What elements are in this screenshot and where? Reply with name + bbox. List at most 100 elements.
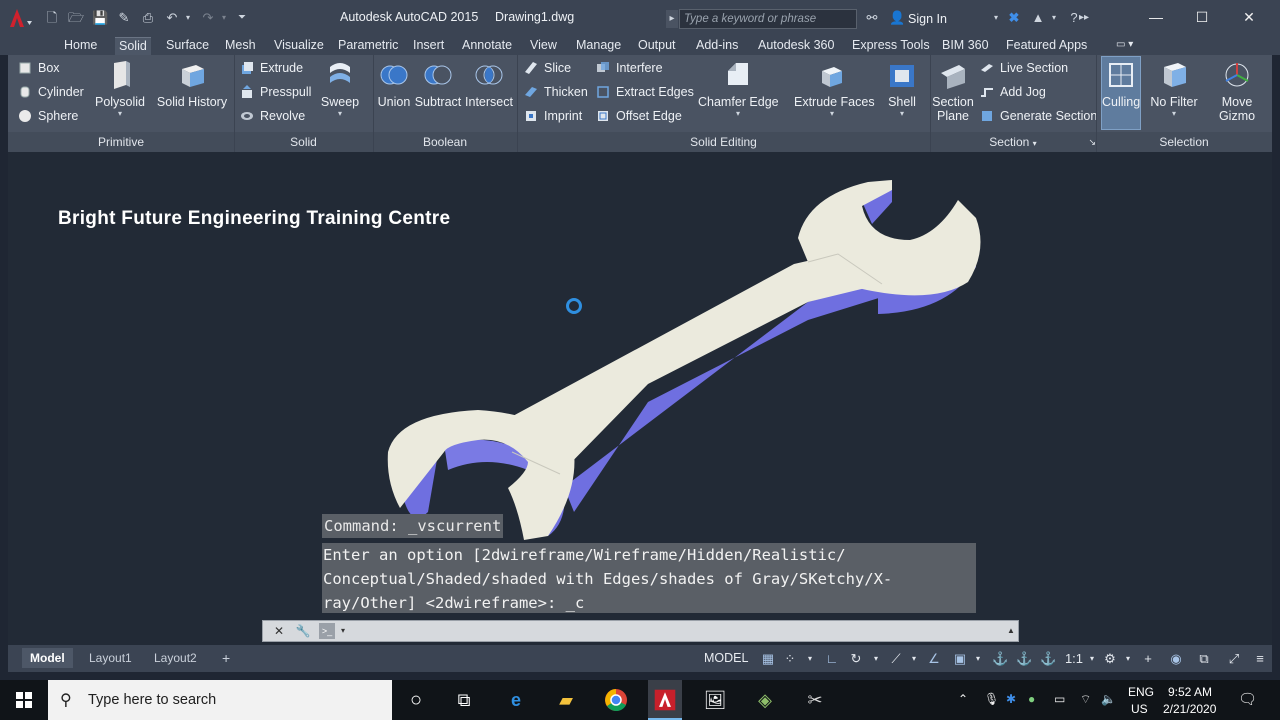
cortana-icon[interactable]: ○ [402,686,430,714]
tab-layout1[interactable]: Layout1 [81,648,140,668]
sphere-button[interactable]: Sphere [16,106,78,126]
section-panel-title[interactable]: Section ▾ ↘ [930,133,1096,151]
extract-edges-button[interactable]: Extract Edges [594,82,694,102]
minimize-button[interactable]: — [1136,6,1176,28]
tab-autodesk-360[interactable]: Autodesk 360 [754,37,838,55]
language-indicator[interactable]: ENG [1128,685,1154,699]
dialog-launcher-icon[interactable]: ↘ [1088,133,1096,151]
tray-overflow-icon[interactable]: ⌃ [958,692,968,706]
snap-icon[interactable]: ⁘ [782,651,798,667]
tab-annotate[interactable]: Annotate [458,37,516,55]
solid-editing-panel-title[interactable]: Solid Editing [517,133,930,151]
imprint-button[interactable]: Imprint [522,106,582,126]
redo-dropdown-icon[interactable]: ▾ [216,10,232,26]
customize-qat-icon[interactable]: ⏷ [234,10,250,26]
scale-dropdown-icon[interactable]: ▾ [1084,651,1100,667]
polysolid-button[interactable]: Polysolid ▾ [92,57,148,131]
section-dropdown-icon[interactable]: ▾ [1033,139,1037,148]
interfere-button[interactable]: Interfere [594,58,663,78]
auto-scale-icon[interactable]: ⚓ [1016,651,1032,667]
undo-dropdown-icon[interactable]: ▾ [180,10,196,26]
close-button[interactable]: ✕ [1229,6,1269,28]
union-button[interactable]: Union [376,57,412,131]
clean-screen-icon[interactable]: ⤢ [1226,651,1242,667]
tab-featured-apps[interactable]: Featured Apps [1002,37,1091,55]
tab-model[interactable]: Model [22,648,73,668]
photos-app-icon[interactable]: 🖼 [701,686,729,714]
polar-dropdown-icon[interactable]: ▾ [868,651,884,667]
hardware-acceleration-icon[interactable]: ◉ [1168,651,1184,667]
clock-date[interactable]: 2/21/2020 [1163,702,1216,716]
task-view-icon[interactable]: ⧉ [450,686,478,714]
workspace-dropdown-icon[interactable]: ▾ [1120,651,1136,667]
sketch-app-icon[interactable]: ◈ [751,686,779,714]
polar-icon[interactable]: ↻ [848,651,864,667]
open-file-icon[interactable]: 🗁 [68,10,84,26]
save-icon[interactable]: 💾 [92,10,108,26]
recent-commands-icon[interactable]: ▾ [335,623,351,639]
tab-mesh[interactable]: Mesh [221,37,260,55]
culling-button[interactable]: Culling [1101,56,1141,130]
volume-icon[interactable]: 🔈 [1101,692,1116,706]
live-section-button[interactable]: Live Section [978,58,1068,78]
sign-in-button[interactable]: Sign In [908,12,947,26]
annotation-visibility-icon[interactable]: ⚓ [992,651,1008,667]
tab-layout2[interactable]: Layout2 [146,648,205,668]
slice-button[interactable]: Slice [522,58,571,78]
shell-button[interactable]: Shell ▾ [882,57,922,131]
extrude-faces-dropdown-icon[interactable]: ▾ [794,109,870,119]
clock-time[interactable]: 9:52 AM [1168,685,1212,699]
generate-section-button[interactable]: Generate Section [978,106,1097,126]
move-gizmo-button[interactable]: Move Gizmo [1212,57,1262,131]
presspull-button[interactable]: Presspull [238,82,311,102]
update-icon[interactable]: ● [1028,692,1035,706]
add-jog-button[interactable]: Add Jog [978,82,1046,102]
autocad-logo-icon[interactable] [6,7,34,29]
wifi-icon[interactable]: ⌔ [1080,692,1091,707]
snip-tool-icon[interactable]: ✂ [801,686,829,714]
autocad-taskbar-button[interactable] [648,680,682,720]
a360-icon[interactable]: ▲ [1030,10,1046,26]
ortho-icon[interactable]: ∟ [824,651,840,667]
tab-home[interactable]: Home [60,37,101,55]
sweep-button[interactable]: Sweep ▾ [316,57,364,131]
isolate-objects-icon[interactable]: ⧉ [1196,651,1212,667]
annotation-scale-icon[interactable]: ⚓ [1040,651,1056,667]
redo-icon[interactable]: ↷ [200,10,216,26]
no-filter-button[interactable]: No Filter ▾ [1148,57,1200,131]
chamfer-edge-dropdown-icon[interactable]: ▾ [698,109,778,119]
scale-value[interactable]: 1:1 [1062,651,1086,667]
cylinder-button[interactable]: Cylinder [16,82,84,102]
section-plane-button[interactable]: Section Plane [932,57,974,131]
tab-surface[interactable]: Surface [162,37,213,55]
undo-icon[interactable]: ↶ [164,10,180,26]
ribbon-toggle-icon[interactable]: ▭ ▾ [1112,37,1137,55]
plot-icon[interactable]: ⎙ [140,10,156,26]
history-expand-icon[interactable]: ▲ [1003,623,1019,639]
model-space-button[interactable]: MODEL [704,651,748,665]
sweep-dropdown-icon[interactable]: ▾ [316,109,364,119]
keyboard-layout[interactable]: US [1131,702,1148,716]
tab-add-ins[interactable]: Add-ins [692,37,742,55]
primitive-panel-title[interactable]: Primitive [8,133,234,151]
new-file-icon[interactable]: 🗋 [44,10,60,26]
shell-dropdown-icon[interactable]: ▾ [882,109,922,119]
tab-parametric[interactable]: Parametric [334,37,402,55]
chrome-icon[interactable] [602,686,630,714]
tab-express-tools[interactable]: Express Tools [848,37,934,55]
customization-menu-icon[interactable]: ≡ [1252,651,1268,667]
sign-in-dropdown-icon[interactable]: ▾ [988,10,1004,26]
search-expand-icon[interactable]: ▸ [666,10,678,28]
taskbar-search-box[interactable]: ⚲ Type here to search [48,680,392,720]
bluetooth-icon[interactable]: ✱ [1006,692,1016,706]
tab-view[interactable]: View [526,37,561,55]
binoculars-icon[interactable]: ⚯ [864,10,880,26]
customize-icon[interactable]: 🔧 [295,623,311,639]
subtract-button[interactable]: Subtract [414,57,462,131]
revolve-button[interactable]: Revolve [238,106,305,126]
extrude-button[interactable]: Extrude [238,58,303,78]
object-snap-dropdown-icon[interactable]: ▾ [970,651,986,667]
offset-edge-button[interactable]: Offset Edge [594,106,682,126]
a360-dropdown-icon[interactable]: ▾ [1046,10,1062,26]
file-explorer-icon[interactable]: ▰ [552,686,580,714]
